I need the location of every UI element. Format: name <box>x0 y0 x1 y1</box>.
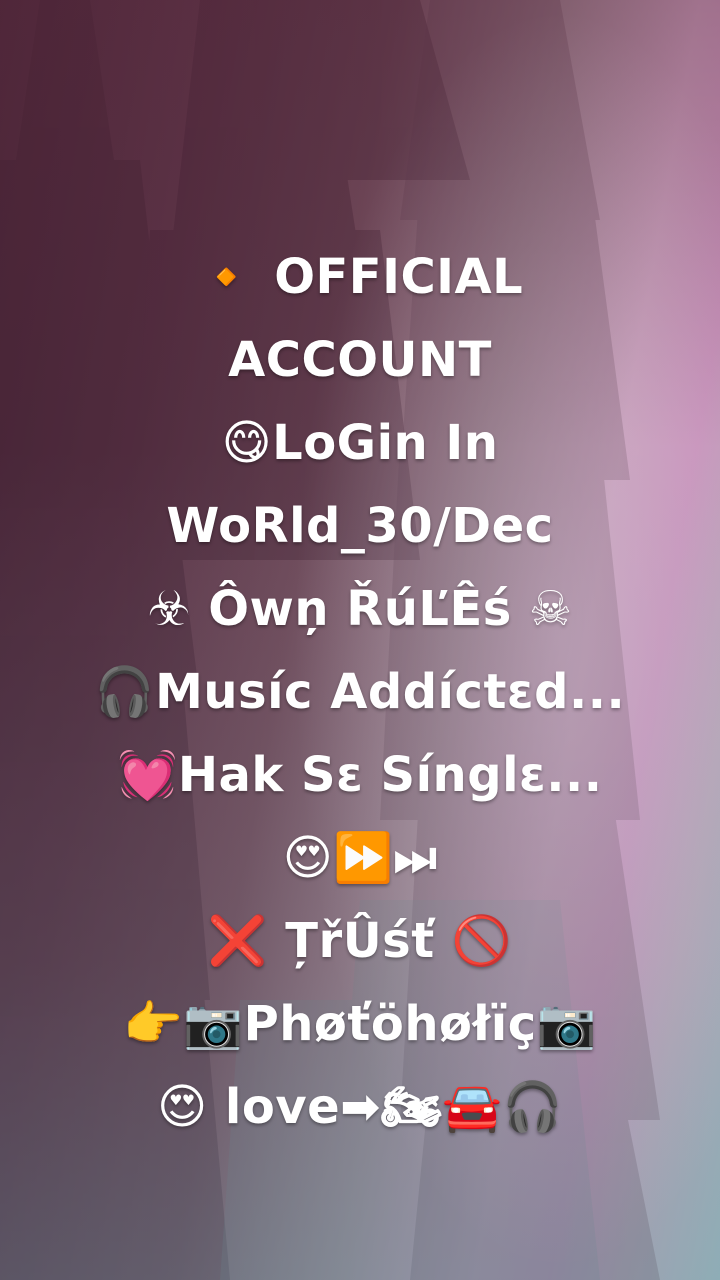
caption-line: 😍⏩⏭ <box>282 830 438 886</box>
caption-line: 👉📷Phøťöhøłïç📷 <box>123 996 597 1052</box>
caption-line: 🔸 OFFICIAL <box>196 249 524 305</box>
caption-line: 😍 love➡🏍🚘🎧 <box>157 1079 563 1135</box>
caption-line: WoRld_30/Dec <box>166 498 554 554</box>
caption-line: 😋LoGin In <box>221 415 499 471</box>
caption-line: 🎧Musíc Addíctɛd... <box>94 664 626 720</box>
caption-line: ❌ ȚřÛśť 🚫 <box>207 913 513 969</box>
caption-line: ACCOUNT <box>228 332 492 388</box>
caption-line: ☣ Ôwņ ŘúĽÊś ☠ <box>147 581 573 637</box>
caption-line: 💓Hak Sɛ Sínglɛ... <box>117 747 603 803</box>
caption-text: 🔸 OFFICIAL ACCOUNT 😋LoGin In WoRld_30/De… <box>0 236 720 1149</box>
